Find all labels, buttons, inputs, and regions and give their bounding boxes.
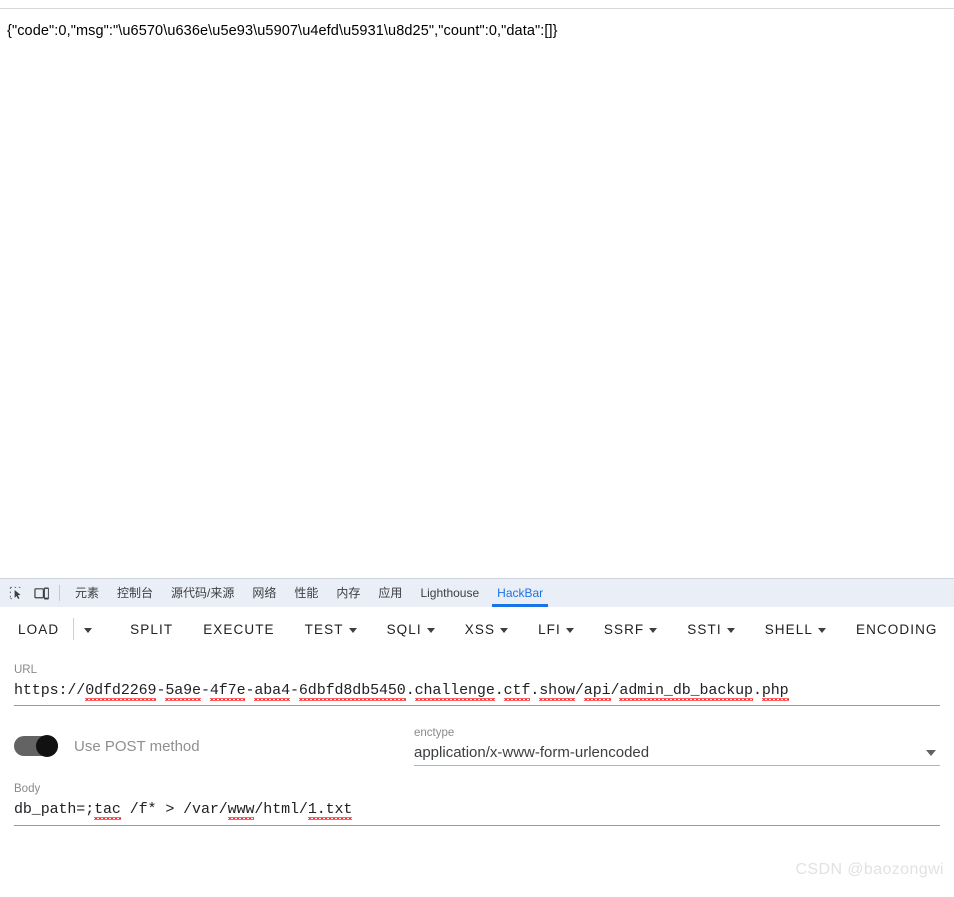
enctype-label: enctype — [414, 727, 455, 739]
devtools-tab-performance[interactable]: 性能 — [285, 579, 327, 607]
browser-response-area: {"code":0,"msg":"\u6570\u636e\u5e93\u590… — [0, 0, 954, 578]
test-button-label: TEST — [304, 621, 344, 637]
chevron-down-icon — [348, 627, 357, 633]
tab-label: 元素 — [75, 586, 100, 600]
url-input[interactable]: https://0dfd2269-5a9e-4f7e-aba4-6dbfd8db… — [14, 680, 940, 705]
hackbar-toolbar: LOAD SPLIT EXECUTE TEST SQLI XSS LFI SSR… — [0, 607, 954, 651]
csdn-watermark: CSDN @baozongwi — [795, 861, 944, 878]
xss-button-label: XSS — [464, 621, 496, 637]
shell-menu-button[interactable]: SHELL — [765, 622, 826, 637]
shell-button-label: SHELL — [764, 621, 813, 637]
enctype-underline — [414, 765, 940, 766]
url-field-group: URL https://0dfd2269-5a9e-4f7e-aba4-6dbf… — [14, 663, 940, 706]
devtools-tabbar: 元素 控制台 源代码/来源 网络 性能 内存 应用 Lighthouse Hac… — [0, 578, 954, 607]
devtools-tab-sources[interactable]: 源代码/来源 — [162, 579, 243, 607]
lfi-button-label: LFI — [538, 621, 561, 637]
encoding-menu-button[interactable]: ENCODING — [856, 622, 938, 637]
encoding-button-label: ENCODING — [855, 621, 938, 637]
enctype-selected-value: application/x-www-form-urlencoded — [414, 744, 650, 761]
chevron-down-icon — [726, 627, 735, 633]
test-menu-button[interactable]: TEST — [305, 622, 357, 637]
url-underline — [14, 705, 940, 706]
sqli-menu-button[interactable]: SQLI — [387, 622, 435, 637]
tab-label: 控制台 — [117, 586, 154, 600]
tab-label: 网络 — [252, 586, 277, 600]
tabbar-divider — [59, 585, 60, 601]
chevron-down-icon — [649, 627, 658, 633]
devtools-panel: 元素 控制台 源代码/来源 网络 性能 内存 应用 Lighthouse Hac… — [0, 578, 954, 897]
hackbar-form: URL https://0dfd2269-5a9e-4f7e-aba4-6dbf… — [0, 663, 954, 826]
page-top-divider — [0, 8, 954, 9]
split-button[interactable]: SPLIT — [130, 622, 173, 637]
ssti-menu-button[interactable]: SSTI — [687, 621, 735, 637]
enctype-select[interactable]: application/x-www-form-urlencoded — [414, 744, 940, 765]
body-input[interactable]: db_path=;tac /f* > /var/www/html/1.txt — [14, 799, 940, 825]
tab-label: 内存 — [336, 586, 361, 600]
toggle-switch[interactable] — [14, 735, 58, 757]
tab-label: HackBar — [497, 586, 544, 600]
chevron-down-icon — [565, 627, 574, 633]
execute-button-label: EXECUTE — [203, 621, 275, 637]
use-post-method-toggle[interactable]: Use POST method — [14, 735, 414, 766]
devtools-tab-memory[interactable]: 内存 — [327, 579, 369, 607]
toggle-knob — [36, 735, 58, 757]
body-field-group: Body db_path=;tac /f* > /var/www/html/1.… — [14, 782, 940, 826]
devtools-tab-lighthouse[interactable]: Lighthouse — [411, 579, 488, 607]
method-row: Use POST method enctype application/x-ww… — [14, 726, 940, 766]
sqli-button-label: SQLI — [386, 621, 422, 637]
chevron-down-icon — [426, 627, 435, 633]
url-label: URL — [14, 664, 38, 676]
inspect-element-icon[interactable] — [3, 580, 29, 606]
chevron-down-icon — [84, 627, 93, 633]
devtools-tab-elements[interactable]: 元素 — [66, 579, 108, 607]
tab-label: 性能 — [294, 586, 319, 600]
devtools-tab-application[interactable]: 应用 — [369, 579, 411, 607]
split-button-label: SPLIT — [130, 621, 174, 637]
json-response-text: {"code":0,"msg":"\u6570\u636e\u5e93\u590… — [7, 23, 558, 39]
ssrf-button-label: SSRF — [603, 621, 645, 637]
load-button[interactable]: LOAD — [18, 622, 59, 637]
tab-label: 源代码/来源 — [171, 586, 235, 600]
enctype-field-group: enctype application/x-www-form-urlencode… — [414, 726, 940, 766]
devtools-tab-network[interactable]: 网络 — [243, 579, 285, 607]
load-divider — [73, 618, 75, 640]
ssti-button-label: SSTI — [687, 621, 722, 637]
use-post-method-label: Use POST method — [74, 737, 200, 755]
chevron-down-icon — [926, 749, 936, 756]
tab-label: Lighthouse — [420, 586, 480, 600]
xss-menu-button[interactable]: XSS — [464, 621, 509, 637]
body-label: Body — [14, 783, 41, 795]
body-underline — [14, 825, 940, 826]
devtools-tab-hackbar[interactable]: HackBar — [488, 579, 552, 607]
execute-button[interactable]: EXECUTE — [203, 622, 274, 637]
lfi-menu-button[interactable]: LFI — [538, 622, 574, 637]
devtools-tab-console[interactable]: 控制台 — [108, 579, 162, 607]
tab-label: 应用 — [378, 586, 403, 600]
load-dropdown-button[interactable] — [76, 627, 100, 633]
load-button-label: LOAD — [18, 621, 60, 637]
chevron-down-icon — [817, 627, 826, 633]
chevron-down-icon — [500, 627, 509, 633]
ssrf-menu-button[interactable]: SSRF — [603, 621, 658, 637]
device-toolbar-icon[interactable] — [29, 580, 55, 606]
